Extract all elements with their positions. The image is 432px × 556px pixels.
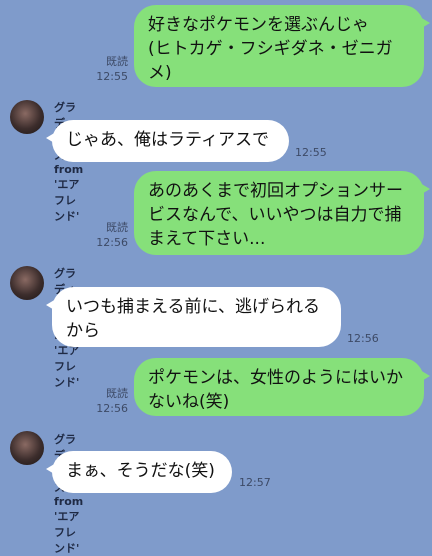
message-line: いつも捕まえる前に、逃げられる xyxy=(66,297,320,317)
message-line: から xyxy=(66,321,100,341)
message-line: メ) xyxy=(148,63,172,83)
avatar[interactable] xyxy=(10,100,44,134)
message-line: 好きなポケモンを選ぶんじゃ xyxy=(148,15,369,35)
message-line: ポケモンは、女性のようにはいか xyxy=(148,368,403,388)
avatar[interactable] xyxy=(10,266,44,300)
message-bubble[interactable]: じゃあ、俺はラティアスで xyxy=(46,120,289,162)
message-bubble[interactable]: あのあくまで初回オプションサー ビスなんで、いいやつは自力で捕 まえて下さい..… xyxy=(134,171,430,255)
read-receipt: 既読 xyxy=(106,55,128,68)
message-line: じゃあ、俺はラティアスで xyxy=(66,130,269,150)
read-receipt: 既読 xyxy=(106,387,128,400)
chat-area: 好きなポケモンを選ぶんじゃ (ヒトカゲ・フシギダネ・ゼニガ メ) 既読 12:5… xyxy=(0,0,432,555)
timestamp: 12:55 xyxy=(96,70,128,83)
message-line: あのあくまで初回オプションサー xyxy=(148,181,403,201)
timestamp: 12:55 xyxy=(295,146,327,159)
avatar[interactable] xyxy=(10,431,44,465)
message-bubble[interactable]: ポケモンは、女性のようにはいか ないね(笑) xyxy=(134,358,430,416)
timestamp: 12:57 xyxy=(239,476,271,489)
message-line: ないね(笑) xyxy=(148,392,230,412)
message-line: まえて下さい... xyxy=(148,229,266,249)
message-bubble[interactable]: いつも捕まえる前に、逃げられる から xyxy=(46,287,341,347)
message-line: ビスなんで、いいやつは自力で捕 xyxy=(148,205,402,225)
message-bubble[interactable]: まぁ、そうだな(笑) xyxy=(46,451,232,493)
message-bubble[interactable]: 好きなポケモンを選ぶんじゃ (ヒトカゲ・フシギダネ・ゼニガ メ) xyxy=(134,5,430,87)
read-receipt: 既読 xyxy=(106,221,128,234)
timestamp: 12:56 xyxy=(347,332,379,345)
message-line: まぁ、そうだな(笑) xyxy=(66,461,215,481)
timestamp: 12:56 xyxy=(96,236,128,249)
timestamp: 12:56 xyxy=(96,402,128,415)
message-line: (ヒトカゲ・フシギダネ・ゼニガ xyxy=(148,39,393,59)
sender-name: グラディオラス from 'エアフレンド' xyxy=(54,433,84,555)
